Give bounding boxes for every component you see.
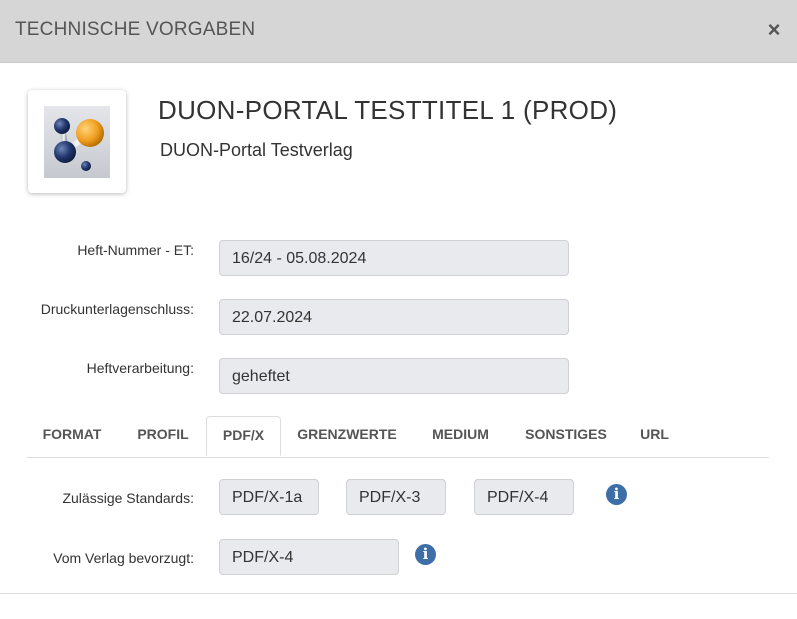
modal-header: TECHNISCHE VORGABEN × xyxy=(0,0,797,63)
tab-profil[interactable]: PROFIL xyxy=(129,416,197,456)
tab-pdfx[interactable]: PDF/X xyxy=(206,416,281,456)
standards-info-icon[interactable]: i xyxy=(606,484,627,505)
druckunterlagenschluss-field: 22.07.2024 xyxy=(219,299,569,335)
druckunterlagenschluss-label: Druckunterlagenschluss: xyxy=(40,301,194,317)
preferred-standard-field: PDF/X-4 xyxy=(219,539,399,575)
technical-specs-modal: TECHNISCHE VORGABEN × DUON-PORTAL TESTTI… xyxy=(0,0,797,619)
tab-grenzwerte[interactable]: GRENZWERTE xyxy=(292,416,402,456)
footer-divider xyxy=(0,593,797,594)
modal-title: TECHNISCHE VORGABEN xyxy=(15,19,256,40)
preferred-label: Vom Verlag bevorzugt: xyxy=(53,550,194,566)
standards-label: Zulässige Standards: xyxy=(62,490,194,506)
tab-sonstiges[interactable]: SONSTIGES xyxy=(518,416,614,456)
heftverarbeitung-field: geheftet xyxy=(219,358,569,394)
tab-url[interactable]: URL xyxy=(632,416,677,456)
heft-nummer-field: 16/24 - 05.08.2024 xyxy=(219,240,569,276)
publication-logo xyxy=(28,90,126,193)
tab-format[interactable]: FORMAT xyxy=(33,416,111,456)
preferred-info-icon[interactable]: i xyxy=(415,544,436,565)
close-button[interactable]: × xyxy=(765,18,783,42)
heftverarbeitung-label: Heftverarbeitung: xyxy=(86,360,194,376)
heft-nummer-label: Heft-Nummer - ET: xyxy=(77,242,194,258)
standard-pdfx-1a: PDF/X-1a xyxy=(219,479,319,515)
publication-title: DUON-PORTAL TESTTITEL 1 (PROD) xyxy=(158,95,618,125)
standard-pdfx-4: PDF/X-4 xyxy=(474,479,574,515)
tab-medium[interactable]: MEDIUM xyxy=(423,416,498,456)
publisher-name: DUON-Portal Testverlag xyxy=(160,140,353,160)
spec-tabs: FORMAT PROFIL PDF/X GRENZWERTE MEDIUM SO… xyxy=(27,416,769,458)
standard-pdfx-3: PDF/X-3 xyxy=(346,479,446,515)
molecule-logo-icon xyxy=(44,106,110,178)
